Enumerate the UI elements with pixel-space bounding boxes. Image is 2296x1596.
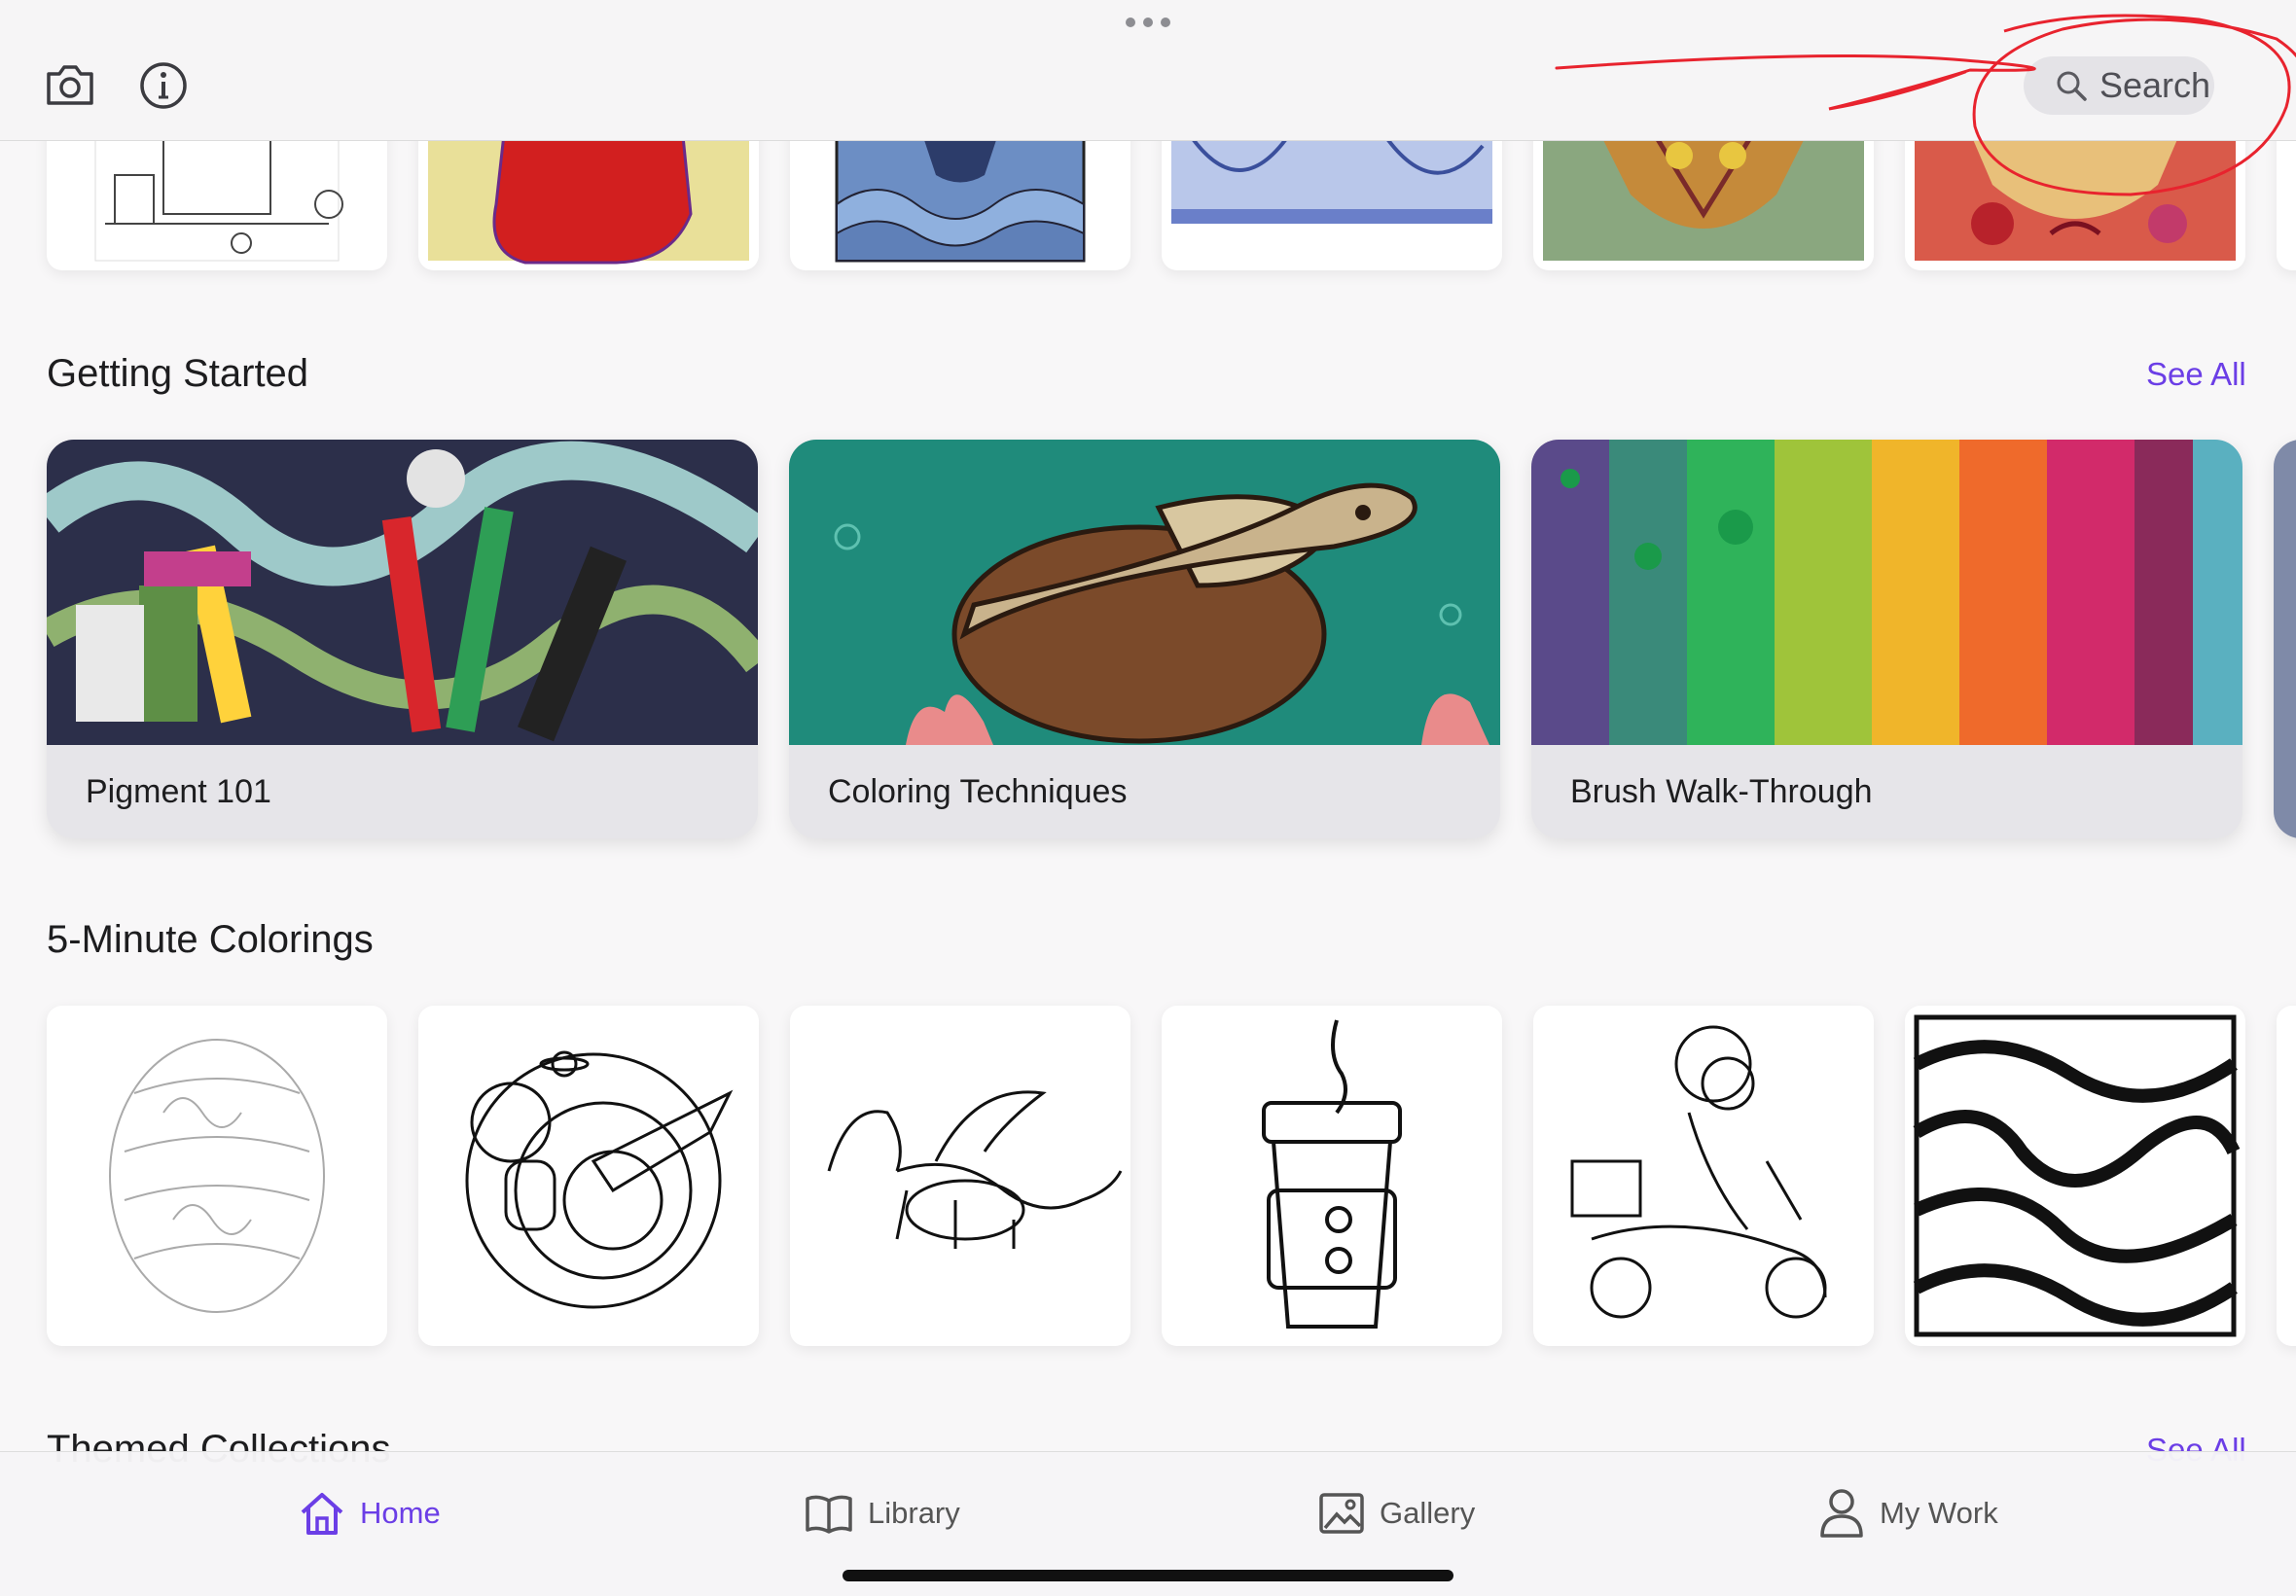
coloring-thumb-astronaut[interactable] [418,1006,759,1346]
coloring-thumb-lettering[interactable] [47,1006,387,1346]
camera-icon [47,65,93,105]
book-icon [806,1495,852,1534]
five-minute-colorings-title: 5-Minute Colorings [47,918,374,961]
feature-card-brush-walk-through[interactable]: Brush Walk-Through [1531,440,2242,838]
tab-label: Gallery [1380,1496,1476,1530]
camera-button[interactable] [45,62,95,107]
person-icon [1820,1489,1863,1538]
astronaut-line-art [465,1050,734,1309]
coloring-thumb-coffee-cup[interactable] [1162,1006,1502,1346]
tab-home[interactable]: Home [298,1489,441,1538]
home-icon [301,1493,343,1535]
image-icon [1319,1493,1364,1534]
getting-started-see-all-link[interactable]: See All [2146,356,2246,393]
tab-label: My Work [1880,1496,1998,1530]
swirl-pattern-art [1913,1014,2241,1337]
coffee-cup-line-art [1262,1019,1402,1329]
feature-card-partial[interactable] [2274,440,2296,838]
scooter-monkey-line-art [1570,1025,1827,1319]
info-button[interactable] [138,60,189,111]
tab-gallery[interactable]: Gallery [1317,1489,1475,1538]
coloring-thumb-dragon[interactable] [790,1006,1130,1346]
feature-card-label: Brush Walk-Through [1531,745,2242,838]
tab-library[interactable]: Library [804,1489,960,1538]
feature-card-coloring-techniques[interactable]: Coloring Techniques [789,440,1500,838]
getting-started-title: Getting Started [47,352,309,395]
red-annotation-arrow-circle [1555,14,2296,196]
tab-label: Library [868,1496,960,1530]
lettering-line-art [109,1039,325,1313]
tab-label: Home [360,1496,441,1530]
feature-card-label: Pigment 101 [47,745,758,838]
feature-card-label: Coloring Techniques [789,745,1500,838]
dragon-line-art [827,1090,1123,1249]
coloring-thumb-scooter-monkey[interactable] [1533,1006,1874,1346]
feature-card-pigment-101[interactable]: Pigment 101 [47,440,758,838]
brush-strokes-art [1531,440,2242,745]
coloring-thumb-partial[interactable] [2277,1006,2296,1346]
home-indicator[interactable] [843,1570,1453,1581]
tab-my-work[interactable]: My Work [1817,1487,1998,1540]
sea-turtle-art [789,440,1500,745]
art-supplies-doodle-art [47,440,758,745]
multitasking-dots-icon[interactable] [1126,18,1170,29]
info-icon [140,62,187,109]
coloring-thumb-swirl-pattern[interactable] [1905,1006,2245,1346]
